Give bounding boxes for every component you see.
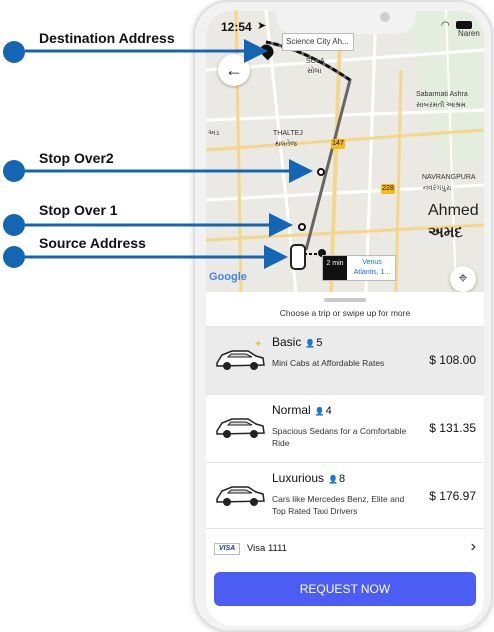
annotation-arrows xyxy=(25,39,313,269)
